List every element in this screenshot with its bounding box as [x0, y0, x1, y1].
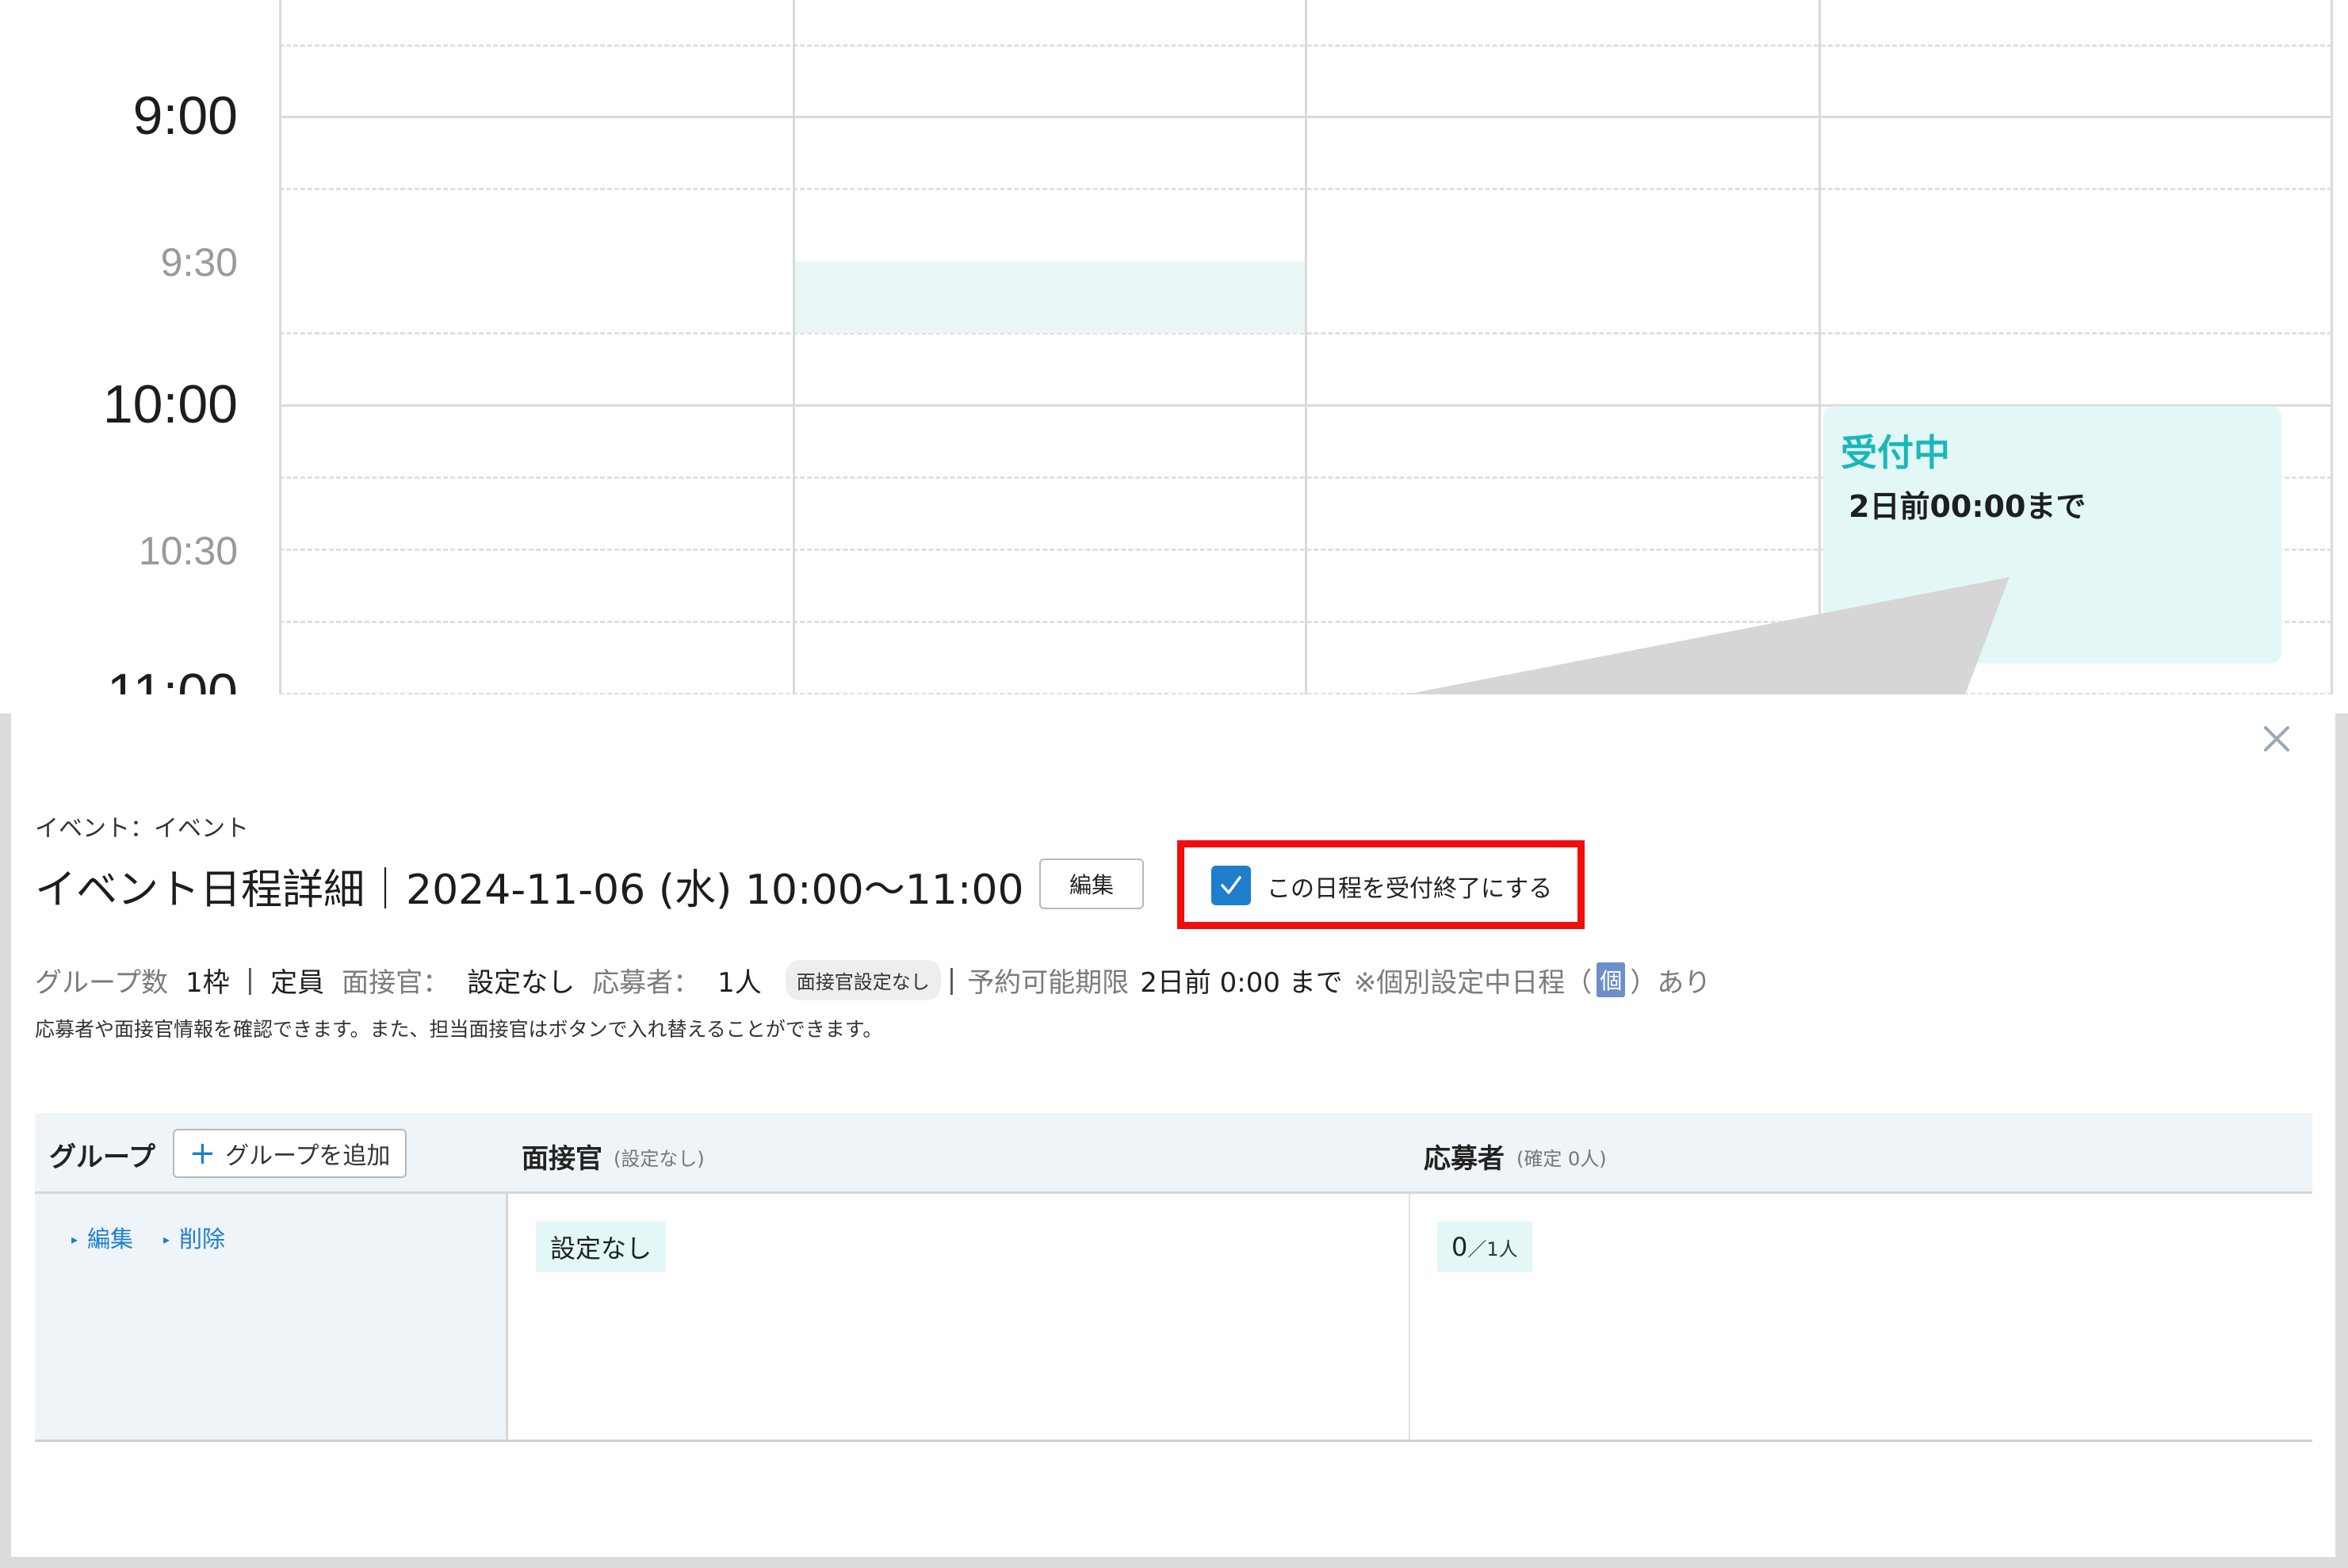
- group-edit-link[interactable]: ▸ 編集: [71, 1221, 133, 1254]
- day-column-divider: [1818, 0, 1821, 713]
- interviewer-cell-value[interactable]: 設定なし: [536, 1222, 667, 1272]
- column-divider: [506, 1194, 508, 1441]
- group-count-label: グループ数: [35, 966, 168, 999]
- edit-button[interactable]: 編集: [1039, 859, 1144, 909]
- group-count-value: 1枠: [185, 966, 230, 999]
- time-label-10-30: 10:30: [138, 529, 238, 573]
- applicant-column-sub: (確定 0人): [1516, 1148, 1607, 1170]
- individual-note-prefix: ※個別設定中日程（: [1353, 966, 1593, 999]
- individual-setting-mark: 個: [1597, 962, 1626, 997]
- close-schedule-label: この日程を受付終了にする: [1267, 875, 1553, 903]
- event-deadline-label: 2日前00:00まで: [1849, 489, 2086, 524]
- add-group-label: グループを追加: [225, 1142, 391, 1170]
- applicant-capacity: ／1人: [1467, 1238, 1518, 1260]
- caret-right-icon: ▸: [163, 1232, 170, 1247]
- interviewer-column-sub: (設定なし): [614, 1148, 705, 1170]
- separator: |: [946, 964, 957, 996]
- plus-icon: +: [189, 1135, 216, 1172]
- applicant-column-header: 応募者: [1424, 1143, 1505, 1175]
- interviewer-unset-badge: 面接官設定なし: [785, 959, 941, 1000]
- time-label-9-00: 9:00: [132, 86, 238, 146]
- help-text: 応募者や面接官情報を確認できます。また、担当面接官はボタンで入れ替えることができ…: [35, 1018, 883, 1041]
- time-label-10-00: 10:00: [102, 374, 238, 434]
- applicant-cell-value[interactable]: 0 ／1人: [1437, 1222, 1532, 1272]
- interviewer-label: 面接官：: [342, 966, 450, 999]
- interviewer-value: 設定なし: [467, 966, 576, 999]
- day-column-divider: [793, 0, 795, 713]
- day-column-divider: [2331, 0, 2333, 713]
- close-schedule-checkbox[interactable]: [1211, 866, 1251, 905]
- column-divider: [1409, 1194, 1410, 1441]
- capacity-label: 定員: [270, 966, 325, 999]
- day-column-divider: [279, 0, 281, 713]
- time-label-9-30: 9:30: [160, 240, 238, 285]
- page-title: イベント日程詳細｜2024-11-06 (水) 10:00〜11:00: [35, 866, 1024, 914]
- applicant-count: 0: [1451, 1232, 1468, 1262]
- group-delete-link[interactable]: ▸ 削除: [163, 1221, 225, 1254]
- add-group-button[interactable]: + グループを追加: [173, 1129, 407, 1178]
- individual-note-suffix: ）あり: [1630, 966, 1711, 999]
- close-icon[interactable]: [2258, 720, 2296, 758]
- event-status-label: 受付中: [1841, 431, 1950, 474]
- booking-deadline-value: 2日前 0:00 まで: [1140, 966, 1343, 999]
- table-bottom-border: [35, 1440, 2312, 1442]
- calendar-week-view: 9:00 9:30 10:00 10:30 11:00 受付中 2日前00:00…: [0, 0, 2348, 713]
- checkmark-icon: [1221, 876, 1241, 894]
- day-column-divider: [1305, 0, 1307, 713]
- group-edit-label: 編集: [87, 1226, 134, 1252]
- group-column-header: グループ: [49, 1142, 155, 1173]
- applicant-value: 1人: [717, 966, 762, 999]
- group-delete-label: 削除: [179, 1226, 226, 1252]
- applicant-label: 応募者：: [592, 966, 701, 999]
- interviewer-column-header: 面接官: [522, 1143, 602, 1175]
- time-slot-highlight[interactable]: [795, 262, 1305, 333]
- breadcrumb: イベント：イベント: [35, 815, 249, 843]
- booking-deadline-label: 予約可能期限: [967, 966, 1130, 999]
- schedule-info-line: グループ数 1枠 | 定員 面接官： 設定なし 応募者： 1人 面接官設定なし …: [35, 956, 1711, 1004]
- caret-right-icon: ▸: [71, 1232, 78, 1247]
- separator: |: [245, 964, 255, 996]
